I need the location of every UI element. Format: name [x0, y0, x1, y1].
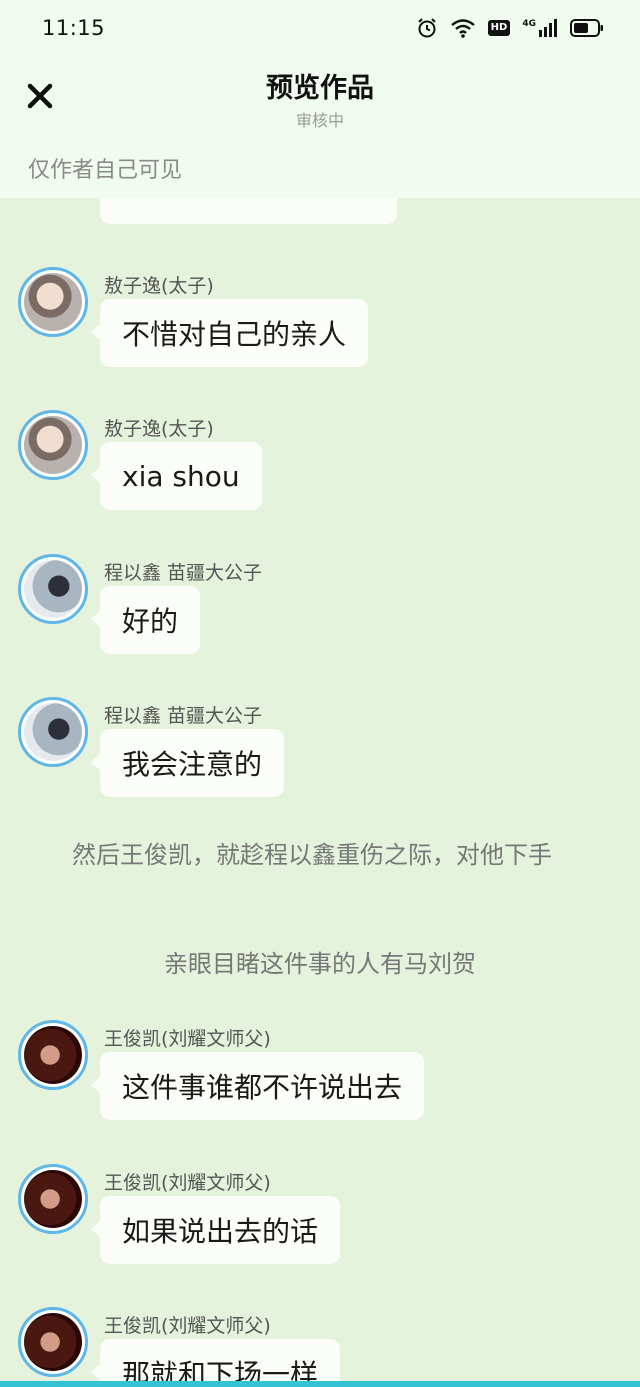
- avatar[interactable]: [18, 554, 88, 624]
- avatar-image: [24, 703, 82, 761]
- avatar[interactable]: [18, 410, 88, 480]
- status-bar: 11:15 HD 4G: [0, 0, 640, 56]
- status-time: 11:15: [42, 16, 106, 40]
- avatar-image: [24, 1170, 82, 1228]
- review-status: 审核中: [295, 111, 344, 130]
- message-bubble[interactable]: 如果说出去的话: [90, 1196, 341, 1264]
- avatar[interactable]: [18, 1020, 88, 1090]
- page-title: 预览作品: [266, 73, 374, 104]
- avatar-image: [24, 273, 82, 331]
- sender-name: 敖子逸(太子): [104, 275, 214, 297]
- network-label: 4G: [522, 19, 536, 29]
- hd-icon: HD: [487, 20, 511, 36]
- home-indicator[interactable]: [0, 1381, 640, 1387]
- message-bubble[interactable]: 好的: [90, 586, 201, 654]
- visibility-note: 仅作者自己可见: [28, 158, 183, 183]
- message-bubble[interactable]: 不惜对自己的亲人: [90, 299, 369, 367]
- sender-name: 王俊凯(刘耀文师父): [104, 1028, 271, 1050]
- message-bubble[interactable]: xia shou: [91, 442, 262, 510]
- signal-4g-icon: 4G: [522, 18, 558, 38]
- message-bubble[interactable]: 这件事谁都不许说出去: [90, 1052, 425, 1120]
- status-icons: HD 4G: [416, 17, 604, 39]
- avatar[interactable]: [18, 697, 88, 767]
- avatar-image: [24, 416, 82, 474]
- avatar-image: [24, 1313, 82, 1371]
- message-bubble[interactable]: 那就和下场一样: [90, 1339, 341, 1387]
- sender-name: 敖子逸(太子): [104, 418, 214, 440]
- narration-text: 然后王俊凯，就趁程以鑫重伤之际，对他下手: [72, 841, 552, 869]
- top-bar: 11:15 HD 4G 预览作品 审核中 仅作者自己可见: [0, 0, 640, 198]
- wifi-icon: [450, 18, 476, 38]
- alarm-icon: [416, 17, 438, 39]
- battery-icon: [570, 19, 604, 37]
- avatar[interactable]: [18, 1164, 88, 1234]
- message-bubble[interactable]: 我会注意的: [90, 729, 285, 797]
- avatar[interactable]: [18, 267, 88, 337]
- sender-name: 程以鑫 苗疆大公子: [104, 562, 263, 584]
- sender-name: 王俊凯(刘耀文师父): [104, 1172, 271, 1194]
- sender-name: 王俊凯(刘耀文师父): [104, 1315, 271, 1337]
- avatar[interactable]: [18, 1307, 88, 1377]
- avatar-image: [24, 1026, 82, 1084]
- sender-name: 程以鑫 苗疆大公子: [104, 705, 263, 727]
- avatar-image: [24, 560, 82, 618]
- chat-area[interactable]: 敖子逸(太子) 不惜对自己的亲人 敖子逸(太子) xia shou 程以鑫 苗疆…: [0, 0, 640, 1387]
- narration-text: 亲眼目睹这件事的人有马刘贺: [164, 950, 476, 978]
